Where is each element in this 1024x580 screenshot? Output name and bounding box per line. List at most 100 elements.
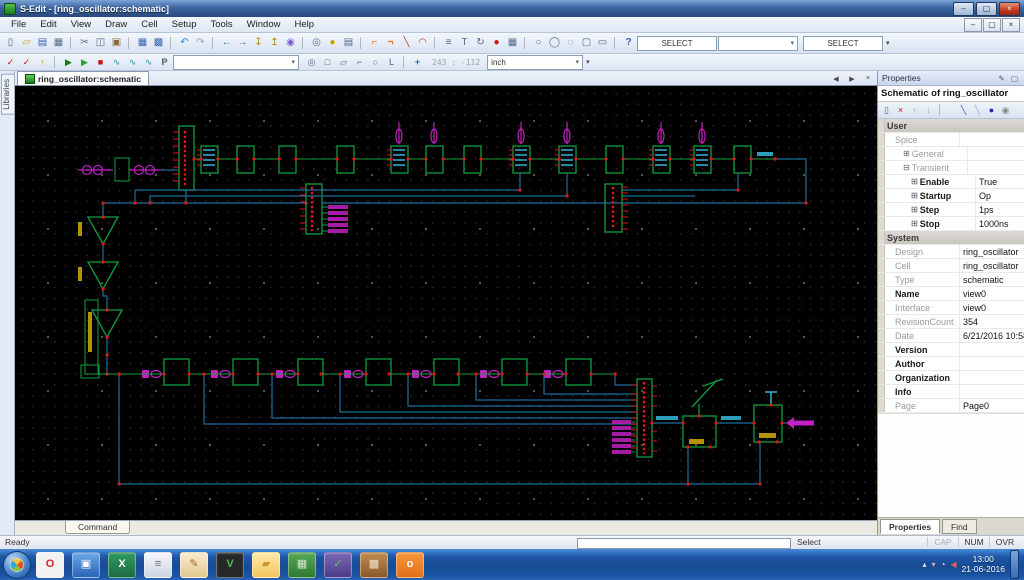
wire-tool-icon[interactable]: ⌐ <box>367 36 382 50</box>
text-icon[interactable]: T <box>457 36 472 50</box>
ellipse-tool-icon[interactable]: ◯ <box>547 36 562 50</box>
port-dot-icon[interactable]: ● <box>985 104 998 116</box>
rounded-rect-tool-icon[interactable]: ▢ <box>579 36 594 50</box>
start-button[interactable] <box>3 550 31 579</box>
toolbar-icon[interactable] <box>360 37 363 49</box>
inverter-chain-top[interactable] <box>192 145 777 174</box>
property-value[interactable]: 1ps <box>976 205 1024 215</box>
property-value[interactable]: Page0 <box>960 401 1024 411</box>
property-row[interactable]: Design ring_oscillator <box>878 245 1024 259</box>
menu-edit[interactable]: Edit <box>33 17 63 32</box>
align-icon[interactable]: ≡ <box>441 36 456 50</box>
libraries-tab[interactable]: Libraries <box>1 74 14 115</box>
symbol-browser-icon[interactable]: ▩ <box>151 36 166 50</box>
promote-property-icon[interactable]: ↑ <box>908 104 921 116</box>
delete-property-icon[interactable]: × <box>894 104 907 116</box>
check-design-icon[interactable]: ✓ <box>3 56 18 68</box>
bus-connector-left[interactable] <box>172 125 195 191</box>
taskbar-vector-app-icon[interactable]: V <box>216 551 244 578</box>
toolbar-icon[interactable] <box>212 37 215 49</box>
wire-label-icon[interactable]: ╲ <box>957 104 970 116</box>
push-into-icon[interactable]: ↧ <box>251 36 266 50</box>
toolbar-icon[interactable] <box>302 37 305 49</box>
property-value[interactable]: True <box>976 177 1024 187</box>
document-tab[interactable]: ring_oscillator:schematic <box>16 71 149 85</box>
taskbar-photo-viewer-icon[interactable]: ▣ <box>72 551 100 578</box>
menu-cell[interactable]: Cell <box>134 17 164 32</box>
properties-icon[interactable]: ▤ <box>341 36 356 50</box>
rect-draw-icon[interactable]: □ <box>320 56 335 68</box>
redo-icon[interactable]: ↷ <box>193 36 208 50</box>
property-row[interactable]: Interface view0 <box>878 301 1024 315</box>
circle-draw-icon[interactable]: ○ <box>368 56 383 68</box>
toolbar-icon[interactable] <box>524 37 527 49</box>
tab-scroll-right-button[interactable]: ▶ <box>845 72 859 85</box>
forward-icon[interactable]: → <box>235 36 250 50</box>
show-desktop-button[interactable] <box>1010 550 1019 579</box>
property-row[interactable]: Spice <box>878 133 1024 147</box>
simulation-combo[interactable]: ▾ <box>173 54 299 70</box>
tab-scroll-left-button[interactable]: ◀ <box>829 72 843 85</box>
move-icon[interactable]: + <box>410 56 425 68</box>
property-value[interactable]: ring_oscillator <box>960 261 1024 271</box>
save-icon[interactable]: ▤ <box>35 36 50 50</box>
filter-combo-middle[interactable]: ▾ <box>718 35 798 51</box>
schematic-canvas[interactable] <box>14 86 877 521</box>
menu-file[interactable]: File <box>4 17 33 32</box>
rotate-icon[interactable]: ↻ <box>473 36 488 50</box>
maximize-button[interactable]: ▢ <box>976 1 997 16</box>
check-cell-icon[interactable]: ✓ <box>19 56 34 68</box>
property-row[interactable]: ⊞ Step 1ps <box>878 203 1024 217</box>
tab-close-button[interactable]: × <box>861 72 875 85</box>
demote-property-icon[interactable]: ↓ <box>922 104 935 116</box>
toolbar-overflow-icon[interactable]: ▾ <box>584 58 592 66</box>
property-value[interactable]: 1000ns <box>976 219 1024 229</box>
tray-volume-icon[interactable]: ◀ <box>950 560 956 569</box>
taskbar-notepad-icon[interactable]: ≡ <box>144 551 172 578</box>
tab-properties[interactable]: Properties <box>880 519 941 534</box>
properties-toolbar-icon[interactable] <box>939 104 953 116</box>
stop-simulation-icon[interactable]: ■ <box>93 56 108 68</box>
taskbar-paint-icon[interactable]: ✎ <box>180 551 208 578</box>
toolbar-icon[interactable] <box>434 37 437 49</box>
property-value[interactable]: 354 <box>960 317 1024 327</box>
toolbar-icon[interactable] <box>170 37 173 49</box>
property-row[interactable]: ⊞ Enable True <box>878 175 1024 189</box>
tab-find[interactable]: Find <box>942 519 977 534</box>
select-mode-icon[interactable]: ◎ <box>304 56 319 68</box>
menu-view[interactable]: View <box>64 17 98 32</box>
toolbar-icon[interactable] <box>128 37 131 49</box>
property-row[interactable]: Info <box>878 385 1024 399</box>
open-icon[interactable]: ▱ <box>19 36 34 50</box>
taskbar-excel-icon[interactable]: X <box>108 551 136 578</box>
mdi-close-button[interactable]: × <box>1002 17 1020 32</box>
polygon-draw-icon[interactable]: ▱ <box>336 56 351 68</box>
toolbar-icon[interactable] <box>70 37 73 49</box>
rect-tool-icon[interactable]: ▭ <box>595 36 610 50</box>
property-value[interactable]: Op <box>976 191 1024 201</box>
toolbar-overflow-icon[interactable]: ▾ <box>884 39 892 47</box>
property-row[interactable]: ⊞ Startup Op <box>878 189 1024 203</box>
property-row[interactable]: Type schematic <box>878 273 1024 287</box>
feedback-wires-top[interactable] <box>101 157 808 217</box>
property-row[interactable]: Author <box>878 357 1024 371</box>
view-home-icon[interactable]: ◉ <box>283 36 298 50</box>
check-save-icon[interactable]: ↑ <box>35 56 50 68</box>
cut-icon[interactable]: ✂ <box>77 36 92 50</box>
select-filter-left[interactable]: SELECT <box>637 35 717 51</box>
back-icon[interactable]: ← <box>219 36 234 50</box>
property-row[interactable]: ⊞ General <box>878 147 1024 161</box>
menu-help[interactable]: Help <box>287 17 321 32</box>
property-value[interactable]: view0 <box>960 289 1024 299</box>
taskbar-folder-icon[interactable]: ▰ <box>252 551 280 578</box>
bus-tool-icon[interactable]: ¬ <box>383 36 398 50</box>
circle-tool-icon[interactable]: ○ <box>531 36 546 50</box>
property-row[interactable]: Organization <box>878 371 1024 385</box>
panel-close-icon[interactable]: ▢ <box>1009 73 1020 84</box>
toolbar-icon[interactable] <box>54 56 57 68</box>
pop-out-icon[interactable]: ↥ <box>267 36 282 50</box>
tray-flag-icon[interactable]: ▾ <box>932 560 936 569</box>
output-stage-devices[interactable] <box>650 378 814 449</box>
menu-draw[interactable]: Draw <box>98 17 134 32</box>
start-simulation-icon[interactable]: ▶ <box>77 56 92 68</box>
